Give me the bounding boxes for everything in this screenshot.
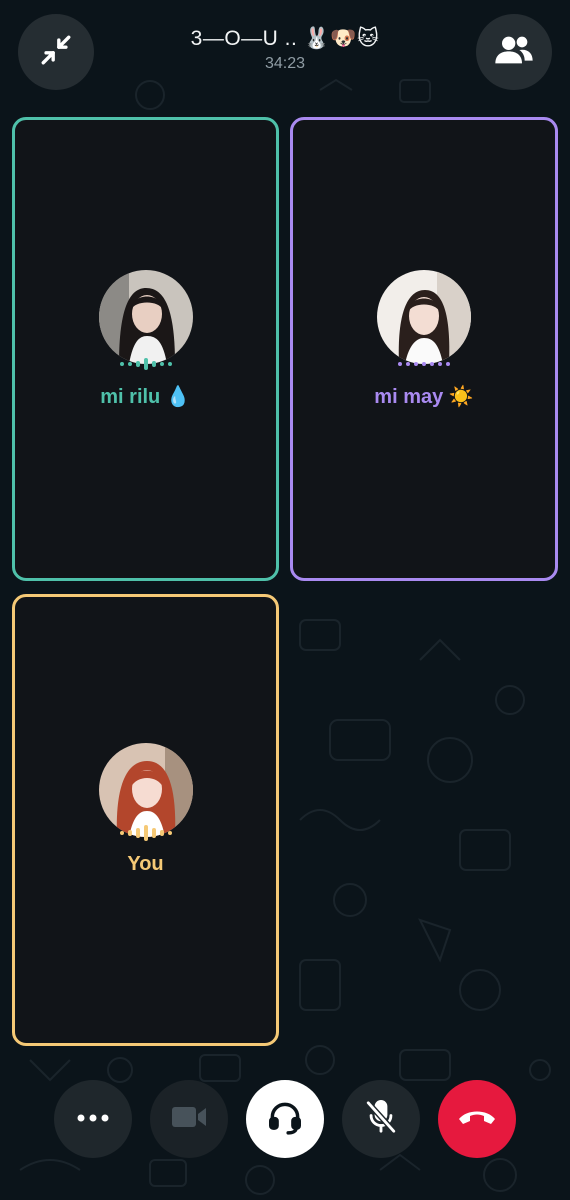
avatar (98, 270, 193, 364)
minimize-call-button[interactable] (18, 14, 94, 90)
participants-icon (494, 33, 534, 72)
voice-activity-indicator (119, 825, 172, 841)
video-camera-icon (170, 1103, 208, 1136)
headphones-icon (266, 1098, 304, 1141)
participants-button[interactable] (476, 14, 552, 90)
avatar (98, 743, 193, 837)
more-icon (76, 1110, 110, 1128)
voice-activity-indicator (398, 357, 450, 371)
end-call-button[interactable] (438, 1080, 516, 1158)
audio-output-button[interactable] (246, 1080, 324, 1158)
participant-name: mi may ☀️ (374, 386, 474, 408)
participant-tile-you[interactable]: You (12, 594, 279, 1046)
video-toggle-button[interactable] (150, 1080, 228, 1158)
call-controls (0, 1080, 570, 1160)
call-timer: 34:23 (264, 55, 306, 72)
call-header: 3—O—U .. 🐰🐶🐱 34:23 (110, 26, 460, 73)
call-title: 3—O—U .. 🐰🐶🐱 (190, 27, 380, 50)
minimize-icon (39, 33, 73, 72)
voice-activity-indicator (119, 357, 172, 371)
avatar (377, 270, 471, 364)
mute-toggle-button[interactable] (342, 1080, 420, 1158)
participant-name: mi rilu 💧 (100, 386, 191, 408)
end-call-icon (457, 1107, 497, 1132)
mic-muted-icon (364, 1098, 398, 1141)
participant-tile-may[interactable]: mi may ☀️ (290, 117, 558, 581)
participant-tile-rilu[interactable]: mi rilu 💧 (12, 117, 279, 581)
participant-name: You (127, 853, 164, 875)
more-options-button[interactable] (54, 1080, 132, 1158)
